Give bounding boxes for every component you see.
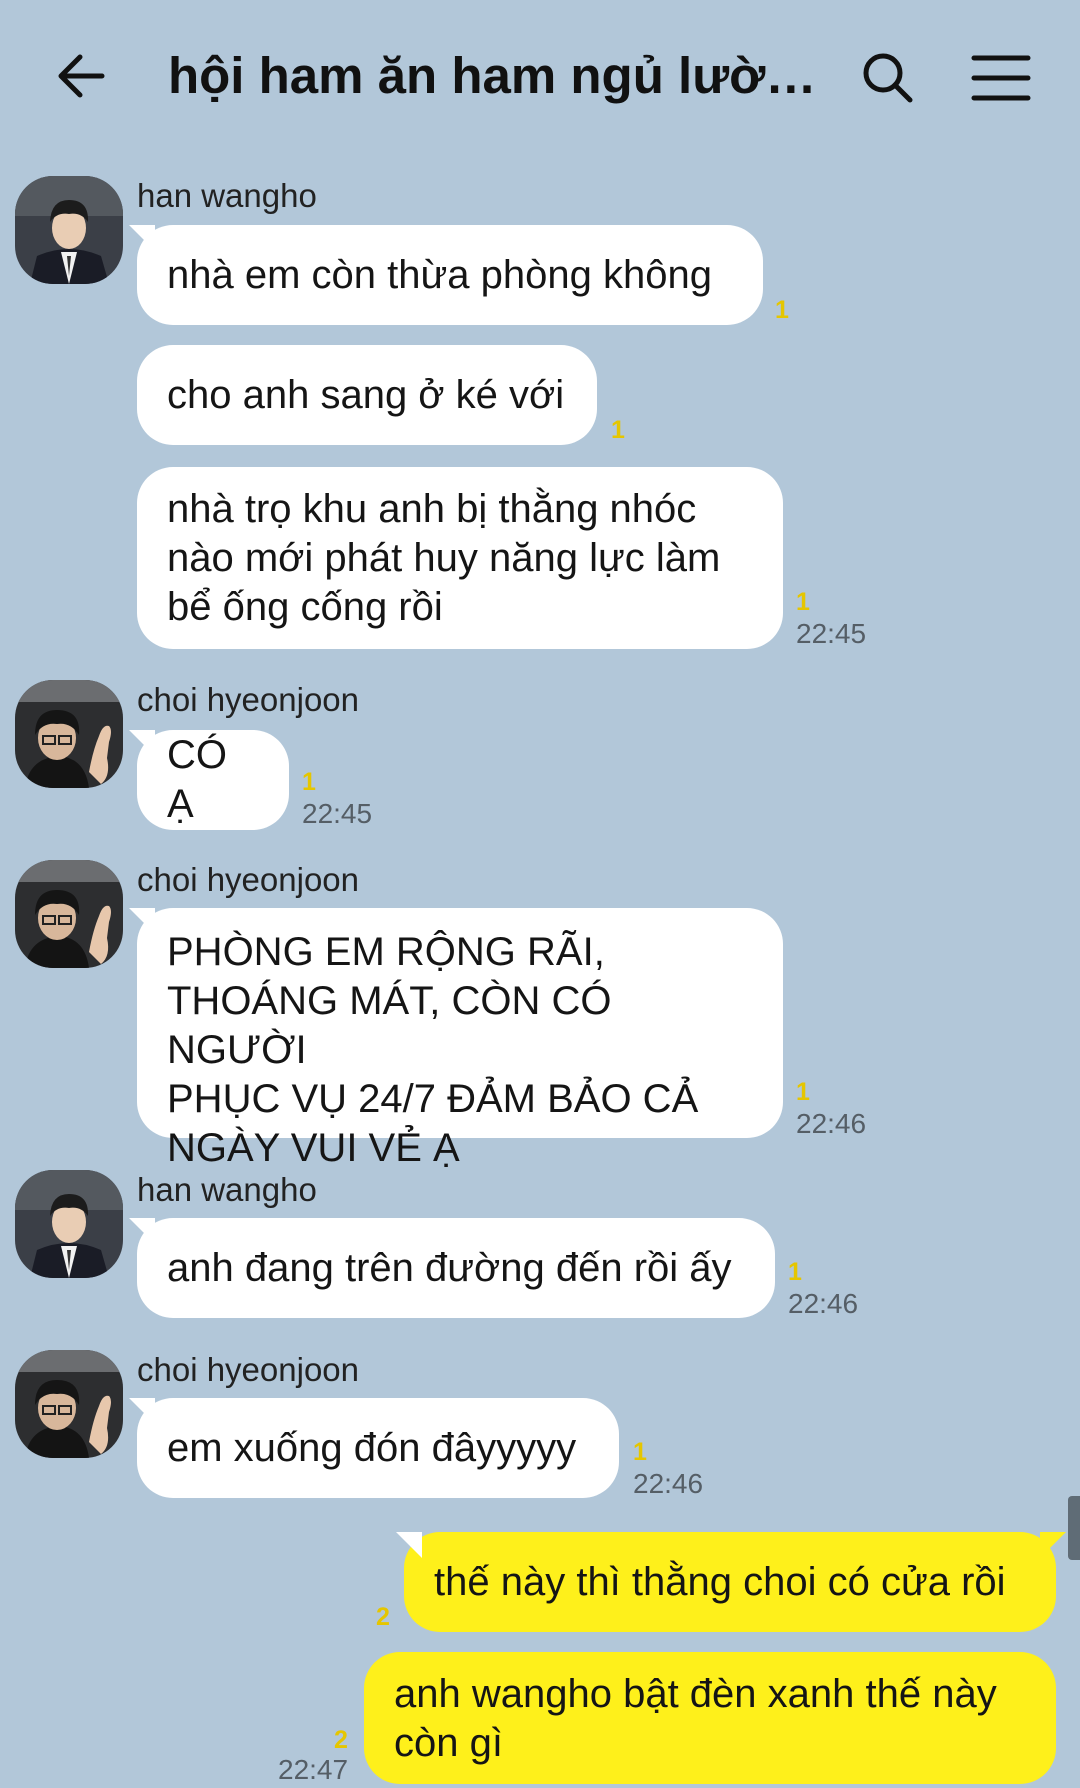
timestamp: 22:46 — [796, 1108, 867, 1139]
person-avatar-icon — [15, 680, 123, 788]
back-button[interactable] — [52, 46, 112, 106]
avatar-choi-hyeonjoon[interactable] — [15, 680, 123, 788]
message-line: anh wangho bật đèn xanh thế này — [394, 1672, 997, 1716]
message-line: bể ống cống rồi — [167, 585, 443, 629]
scrollbar-thumb[interactable] — [1068, 1496, 1080, 1560]
message-line: nhà trọ khu anh bị thằng nhóc — [167, 487, 697, 531]
message-line: NGÀY VUI VẺ Ạ — [167, 1126, 460, 1170]
hamburger-menu-icon — [971, 55, 1031, 101]
avatar-han-wangho[interactable] — [15, 176, 123, 284]
timestamp: 22:45 — [796, 618, 867, 649]
message-line: còn gì — [394, 1721, 503, 1765]
message-bubble[interactable]: PHÒNG EM RỘNG RÃI, THOÁNG MÁT, CÒN CÓ NG… — [129, 908, 783, 1170]
message-bubble[interactable]: nhà trọ khu anh bị thằng nhóc nào mới ph… — [137, 467, 783, 649]
sender-name: choi hyeonjoon — [137, 681, 360, 718]
unread-count: 1 — [796, 588, 810, 616]
my-message-bubble[interactable]: thế này thì thằng choi có cửa rồi — [396, 1532, 1066, 1632]
sender-name: han wangho — [137, 1171, 317, 1208]
unread-count: 1 — [611, 416, 625, 444]
message-bubble[interactable]: CÓ Ạ — [129, 730, 289, 830]
person-avatar-icon — [15, 176, 123, 284]
message-bubble[interactable]: em xuống đón đâyyyyy — [129, 1398, 619, 1498]
chat-header: hội ham ăn ham ngủ lười l... — [0, 0, 1080, 160]
timestamp: 22:46 — [788, 1288, 859, 1319]
timestamp: 22:45 — [302, 798, 373, 829]
arrow-left-icon — [58, 54, 105, 98]
timestamp: 22:47 — [278, 1754, 349, 1785]
sender-name: choi hyeonjoon — [137, 861, 360, 898]
unread-count: 1 — [788, 1258, 802, 1286]
unread-count: 1 — [775, 296, 789, 324]
message-bubble[interactable]: cho anh sang ở ké với — [137, 345, 597, 445]
message-line: PHỤC VỤ 24/7 ĐẢM BẢO CẢ — [167, 1077, 699, 1121]
message-line: PHÒNG EM RỘNG RÃI, — [167, 930, 605, 974]
sender-name: choi hyeonjoon — [137, 1351, 360, 1388]
unread-count: 1 — [302, 768, 316, 796]
timestamp: 22:46 — [633, 1468, 704, 1499]
unread-count: 1 — [796, 1078, 810, 1106]
person-avatar-icon — [15, 860, 123, 968]
sender-name: han wangho — [137, 177, 317, 214]
message-line: THOÁNG MÁT, CÒN CÓ NGƯỜI — [167, 979, 612, 1072]
avatar-choi-hyeonjoon[interactable] — [15, 1350, 123, 1458]
my-message-bubble[interactable]: anh wangho bật đèn xanh thế này còn gì — [364, 1652, 1056, 1784]
unread-count: 2 — [376, 1603, 390, 1631]
message-bubble[interactable]: nhà em còn thừa phòng không — [129, 225, 763, 325]
search-button[interactable] — [858, 48, 918, 108]
person-avatar-icon — [15, 1350, 123, 1458]
message-bubble[interactable]: anh đang trên đường đến rồi ấy — [129, 1218, 775, 1318]
menu-button[interactable] — [970, 50, 1032, 106]
search-icon — [863, 53, 913, 103]
unread-count: 1 — [633, 1438, 647, 1466]
unread-count: 2 — [334, 1726, 348, 1754]
person-avatar-icon — [15, 1170, 123, 1278]
chat-title: hội ham ăn ham ngủ lười l... — [168, 47, 818, 104]
avatar-choi-hyeonjoon[interactable] — [15, 860, 123, 968]
message-line: nào mới phát huy năng lực làm — [167, 536, 721, 580]
avatar-han-wangho[interactable] — [15, 1170, 123, 1278]
